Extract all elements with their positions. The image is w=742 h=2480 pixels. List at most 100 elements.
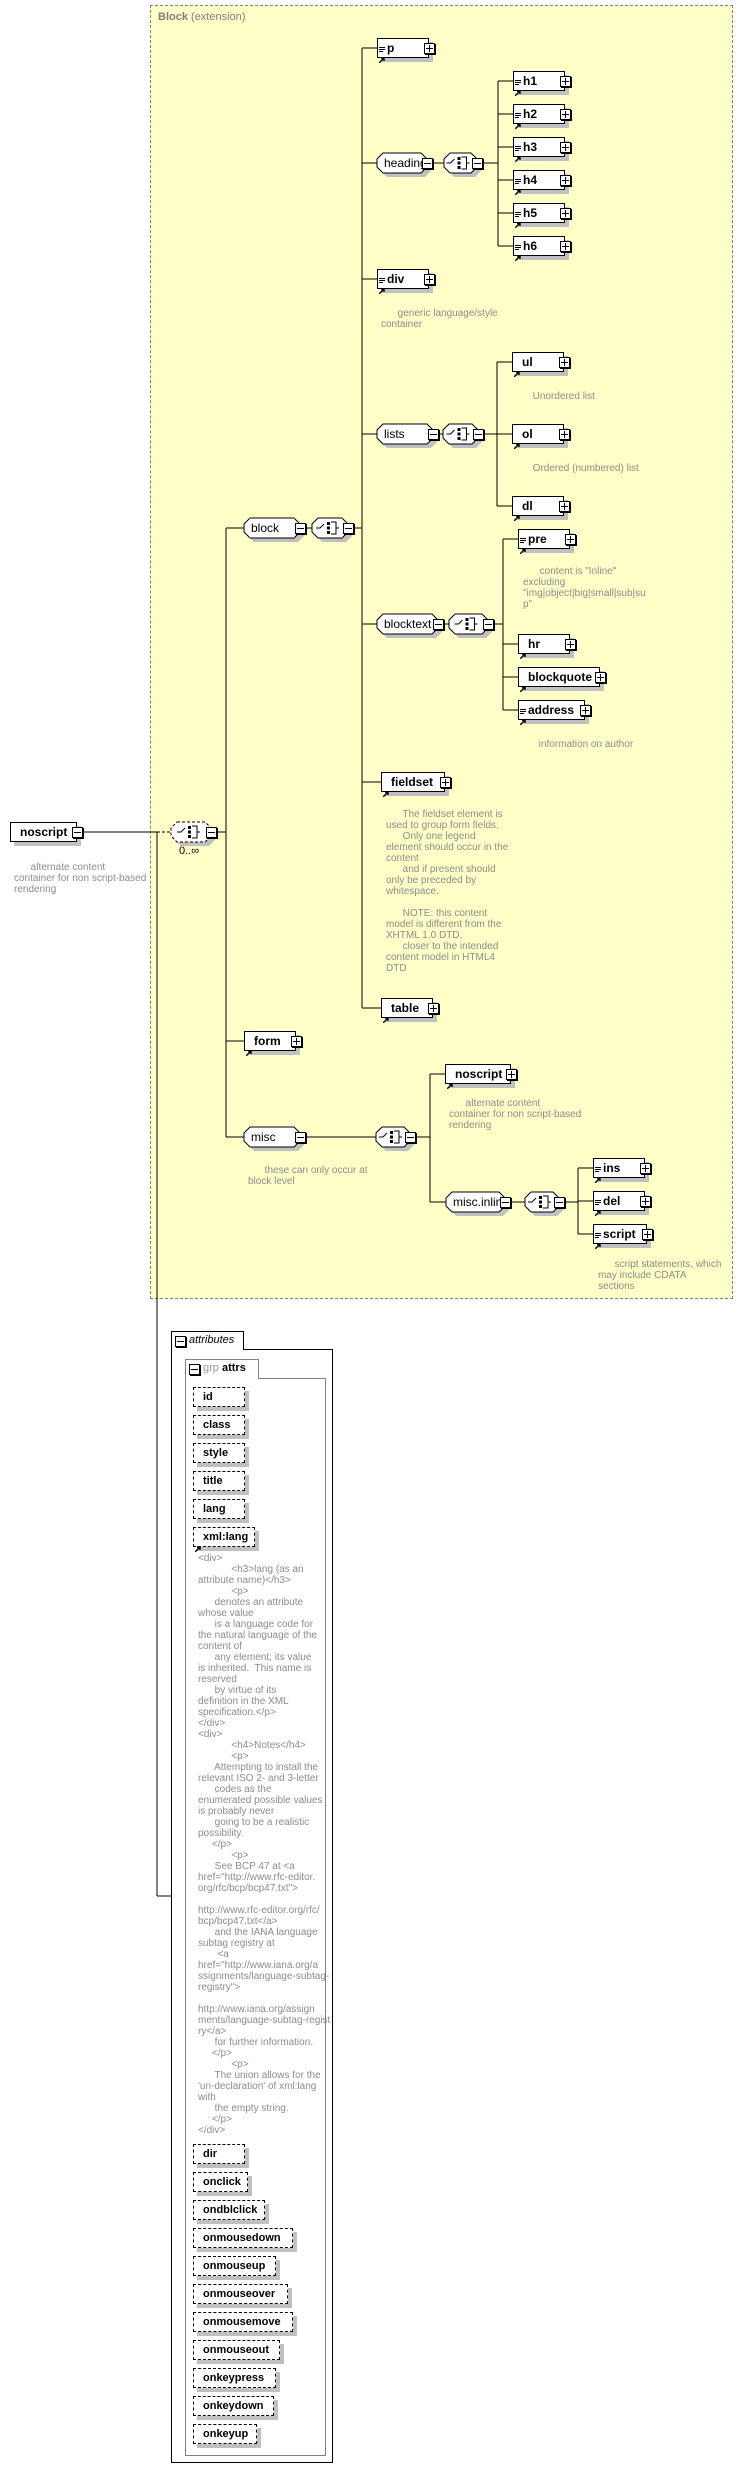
element-h5[interactable]: h5: [513, 203, 565, 229]
expand-h3-icon[interactable]: [560, 142, 571, 153]
collapse-blocktext-icon[interactable]: [433, 619, 444, 630]
attribute-group-tab[interactable]: grp attrs: [185, 1359, 259, 1379]
expand-h5-icon[interactable]: [560, 208, 571, 219]
collapse-heading-icon[interactable]: [422, 158, 433, 169]
collapse-lists-icon[interactable]: [428, 429, 439, 440]
pre-label: pre: [528, 532, 547, 546]
element-pre[interactable]: pre: [518, 529, 570, 555]
element-div[interactable]: div: [377, 269, 429, 295]
collapse-group-icon[interactable]: [189, 1364, 200, 1375]
collapse-choice-heading-icon[interactable]: [472, 158, 483, 169]
attribute-attr-6[interactable]: dir: [193, 2144, 245, 2164]
attribute-attr-13[interactable]: onmouseout: [193, 2340, 280, 2360]
attr-10-label: onmouseup: [203, 2260, 266, 2272]
attribute-attr-7[interactable]: onclick: [193, 2172, 248, 2192]
element-root-noscript[interactable]: noscript: [10, 822, 77, 842]
expand-h1-icon[interactable]: [560, 76, 571, 87]
root-noscript-doc: alternate content container for non scri…: [14, 862, 147, 895]
expand-hr-icon[interactable]: [565, 639, 576, 650]
element-noscript[interactable]: noscript: [445, 1064, 511, 1090]
element-hr[interactable]: hr: [518, 634, 570, 660]
attr-5-label: xml:lang: [203, 1531, 249, 1543]
element-form[interactable]: form: [244, 1031, 296, 1057]
expand-h2-icon[interactable]: [560, 109, 571, 120]
expand-fieldset-icon[interactable]: [440, 777, 451, 788]
element-table[interactable]: table: [381, 998, 433, 1024]
element-h4[interactable]: h4: [513, 170, 565, 196]
expand-del-icon[interactable]: [640, 1196, 651, 1207]
expand-p-icon[interactable]: [424, 43, 435, 54]
expand-ol-icon[interactable]: [559, 429, 570, 440]
attribute-attr-11[interactable]: onmouseover: [193, 2284, 288, 2304]
expand-script-icon[interactable]: [642, 1229, 653, 1240]
attribute-attr-12[interactable]: onmousemove: [193, 2312, 293, 2332]
attribute-attr-2[interactable]: style: [193, 1443, 245, 1463]
expand-ul-icon[interactable]: [559, 357, 570, 368]
group-blocktext-label[interactable]: blocktext: [384, 614, 431, 634]
expand-h6-icon[interactable]: [560, 241, 571, 252]
attr-0-label: id: [203, 1391, 213, 1403]
element-fieldset[interactable]: fieldset: [381, 772, 445, 798]
element-ul[interactable]: ul: [512, 352, 564, 378]
element-del[interactable]: del: [593, 1191, 645, 1217]
expand-pre-icon[interactable]: [565, 534, 576, 545]
collapse-choice-lists-icon[interactable]: [473, 429, 484, 440]
element-h6[interactable]: h6: [513, 236, 565, 262]
attr-12-label: onmousemove: [203, 2316, 281, 2328]
attribute-attr-9[interactable]: onmousedown: [193, 2228, 293, 2248]
collapse-root-noscript-icon[interactable]: [72, 827, 83, 838]
choice-dot-icon: [390, 1131, 393, 1134]
reference-arrow-icon: [514, 248, 521, 262]
collapse-misc-icon[interactable]: [295, 1132, 306, 1143]
group-block-label[interactable]: block: [251, 518, 279, 538]
element-address[interactable]: address: [518, 700, 585, 726]
attribute-attr-0[interactable]: id: [193, 1387, 245, 1407]
group-lists-label[interactable]: lists: [384, 424, 405, 444]
element-script[interactable]: script: [593, 1224, 647, 1250]
attribute-attr-14[interactable]: onkeypress: [193, 2368, 276, 2388]
element-ins[interactable]: ins: [593, 1158, 645, 1184]
element-h3[interactable]: h3: [513, 137, 565, 163]
expand-form-icon[interactable]: [291, 1036, 302, 1047]
collapse-misc-inline-icon[interactable]: [500, 1197, 511, 1208]
element-blockquote[interactable]: blockquote: [518, 667, 600, 693]
collapse-choice-root-icon[interactable]: [206, 827, 217, 838]
expand-noscript-icon[interactable]: [506, 1069, 517, 1080]
attribute-attr-16[interactable]: onkeyup: [193, 2424, 257, 2444]
collapse-choice-misc-icon[interactable]: [405, 1132, 416, 1143]
expand-table-icon[interactable]: [428, 1003, 439, 1014]
element-h2[interactable]: h2: [513, 104, 565, 130]
div-label: div: [387, 272, 405, 286]
attribute-attr-1[interactable]: class: [193, 1415, 245, 1435]
collapse-attributes-icon[interactable]: [175, 1336, 186, 1347]
attribute-attr-8[interactable]: ondblclick: [193, 2200, 265, 2220]
element-h1[interactable]: h1: [513, 71, 565, 97]
expand-h4-icon[interactable]: [560, 175, 571, 186]
attribute-attr-4[interactable]: lang: [193, 1499, 245, 1519]
documentation-icon: [520, 531, 527, 543]
reference-arrow-icon: [519, 712, 526, 726]
attribute-attr-5[interactable]: xml:lang: [193, 1527, 255, 1553]
attribute-attr-10[interactable]: onmouseup: [193, 2256, 276, 2276]
collapse-block-icon[interactable]: [295, 523, 306, 534]
attribute-attr-15[interactable]: onkeydown: [193, 2396, 274, 2416]
attributes-tab[interactable]: attributes: [171, 1331, 244, 1350]
element-dl[interactable]: dl: [512, 496, 564, 522]
collapse-choice-block-icon[interactable]: [343, 523, 354, 534]
group-heading-label[interactable]: heading: [384, 153, 427, 173]
expand-ins-icon[interactable]: [640, 1163, 651, 1174]
attribute-attr-3[interactable]: title: [193, 1471, 245, 1491]
h2-label: h2: [523, 107, 538, 121]
form-label: form: [254, 1034, 281, 1048]
expand-blockquote-icon[interactable]: [595, 672, 606, 683]
expand-address-icon[interactable]: [580, 705, 591, 716]
collapse-choice-misc-inline-icon[interactable]: [554, 1197, 565, 1208]
expand-div-icon[interactable]: [424, 274, 435, 285]
expand-dl-icon[interactable]: [559, 501, 570, 512]
attributes-tab-label: attributes: [189, 1334, 235, 1346]
cardinality-label: 0..∞: [179, 845, 200, 857]
element-ol[interactable]: ol: [512, 424, 564, 450]
group-misc-label[interactable]: misc: [251, 1127, 276, 1147]
element-p[interactable]: p: [377, 38, 429, 64]
collapse-choice-blocktext-icon[interactable]: [483, 619, 494, 630]
